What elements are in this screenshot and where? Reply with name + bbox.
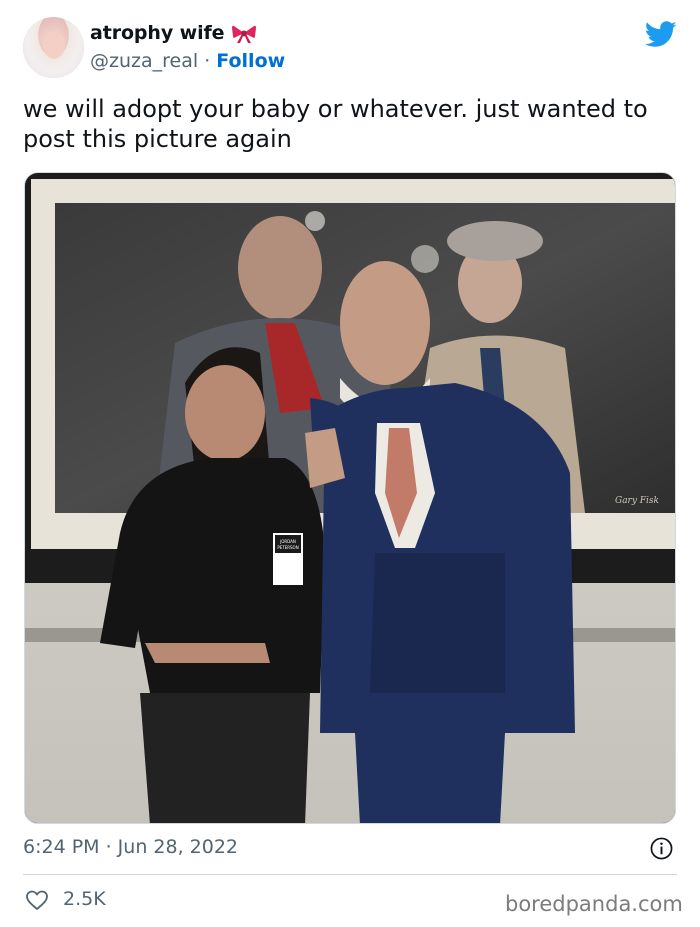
twitter-icon[interactable] bbox=[645, 21, 677, 48]
badge-line-2: PETERSON bbox=[277, 545, 298, 550]
boredpanda-watermark: boredpanda.com bbox=[505, 892, 683, 916]
tweet-timestamp[interactable]: 6:24 PM · Jun 28, 2022 bbox=[23, 836, 238, 858]
tweet-photo[interactable]: JORDAN PETERSON Gary Fisk bbox=[24, 172, 676, 824]
avatar[interactable] bbox=[23, 17, 84, 78]
painting-signature: Gary Fisk bbox=[615, 496, 659, 506]
handle-row: @zuza_real · Follow bbox=[90, 50, 285, 72]
like-count[interactable]: 2.5K bbox=[63, 888, 106, 910]
separator: · bbox=[204, 50, 211, 72]
handle[interactable]: @zuza_real bbox=[90, 50, 198, 72]
info-icon[interactable] bbox=[650, 837, 673, 860]
heart-icon[interactable] bbox=[25, 888, 49, 912]
divider bbox=[23, 874, 677, 875]
badge-line-1: JORDAN bbox=[279, 539, 296, 544]
tweet-card: atrophy wife @zuza_real · Follow we will… bbox=[0, 0, 700, 927]
follow-button[interactable]: Follow bbox=[216, 50, 285, 72]
bow-icon bbox=[232, 25, 256, 43]
tweet-text: we will adopt your baby or whatever. jus… bbox=[23, 95, 648, 153]
display-name[interactable]: atrophy wife bbox=[90, 22, 225, 44]
photo-illustration: JORDAN PETERSON Gary Fisk bbox=[25, 173, 675, 823]
